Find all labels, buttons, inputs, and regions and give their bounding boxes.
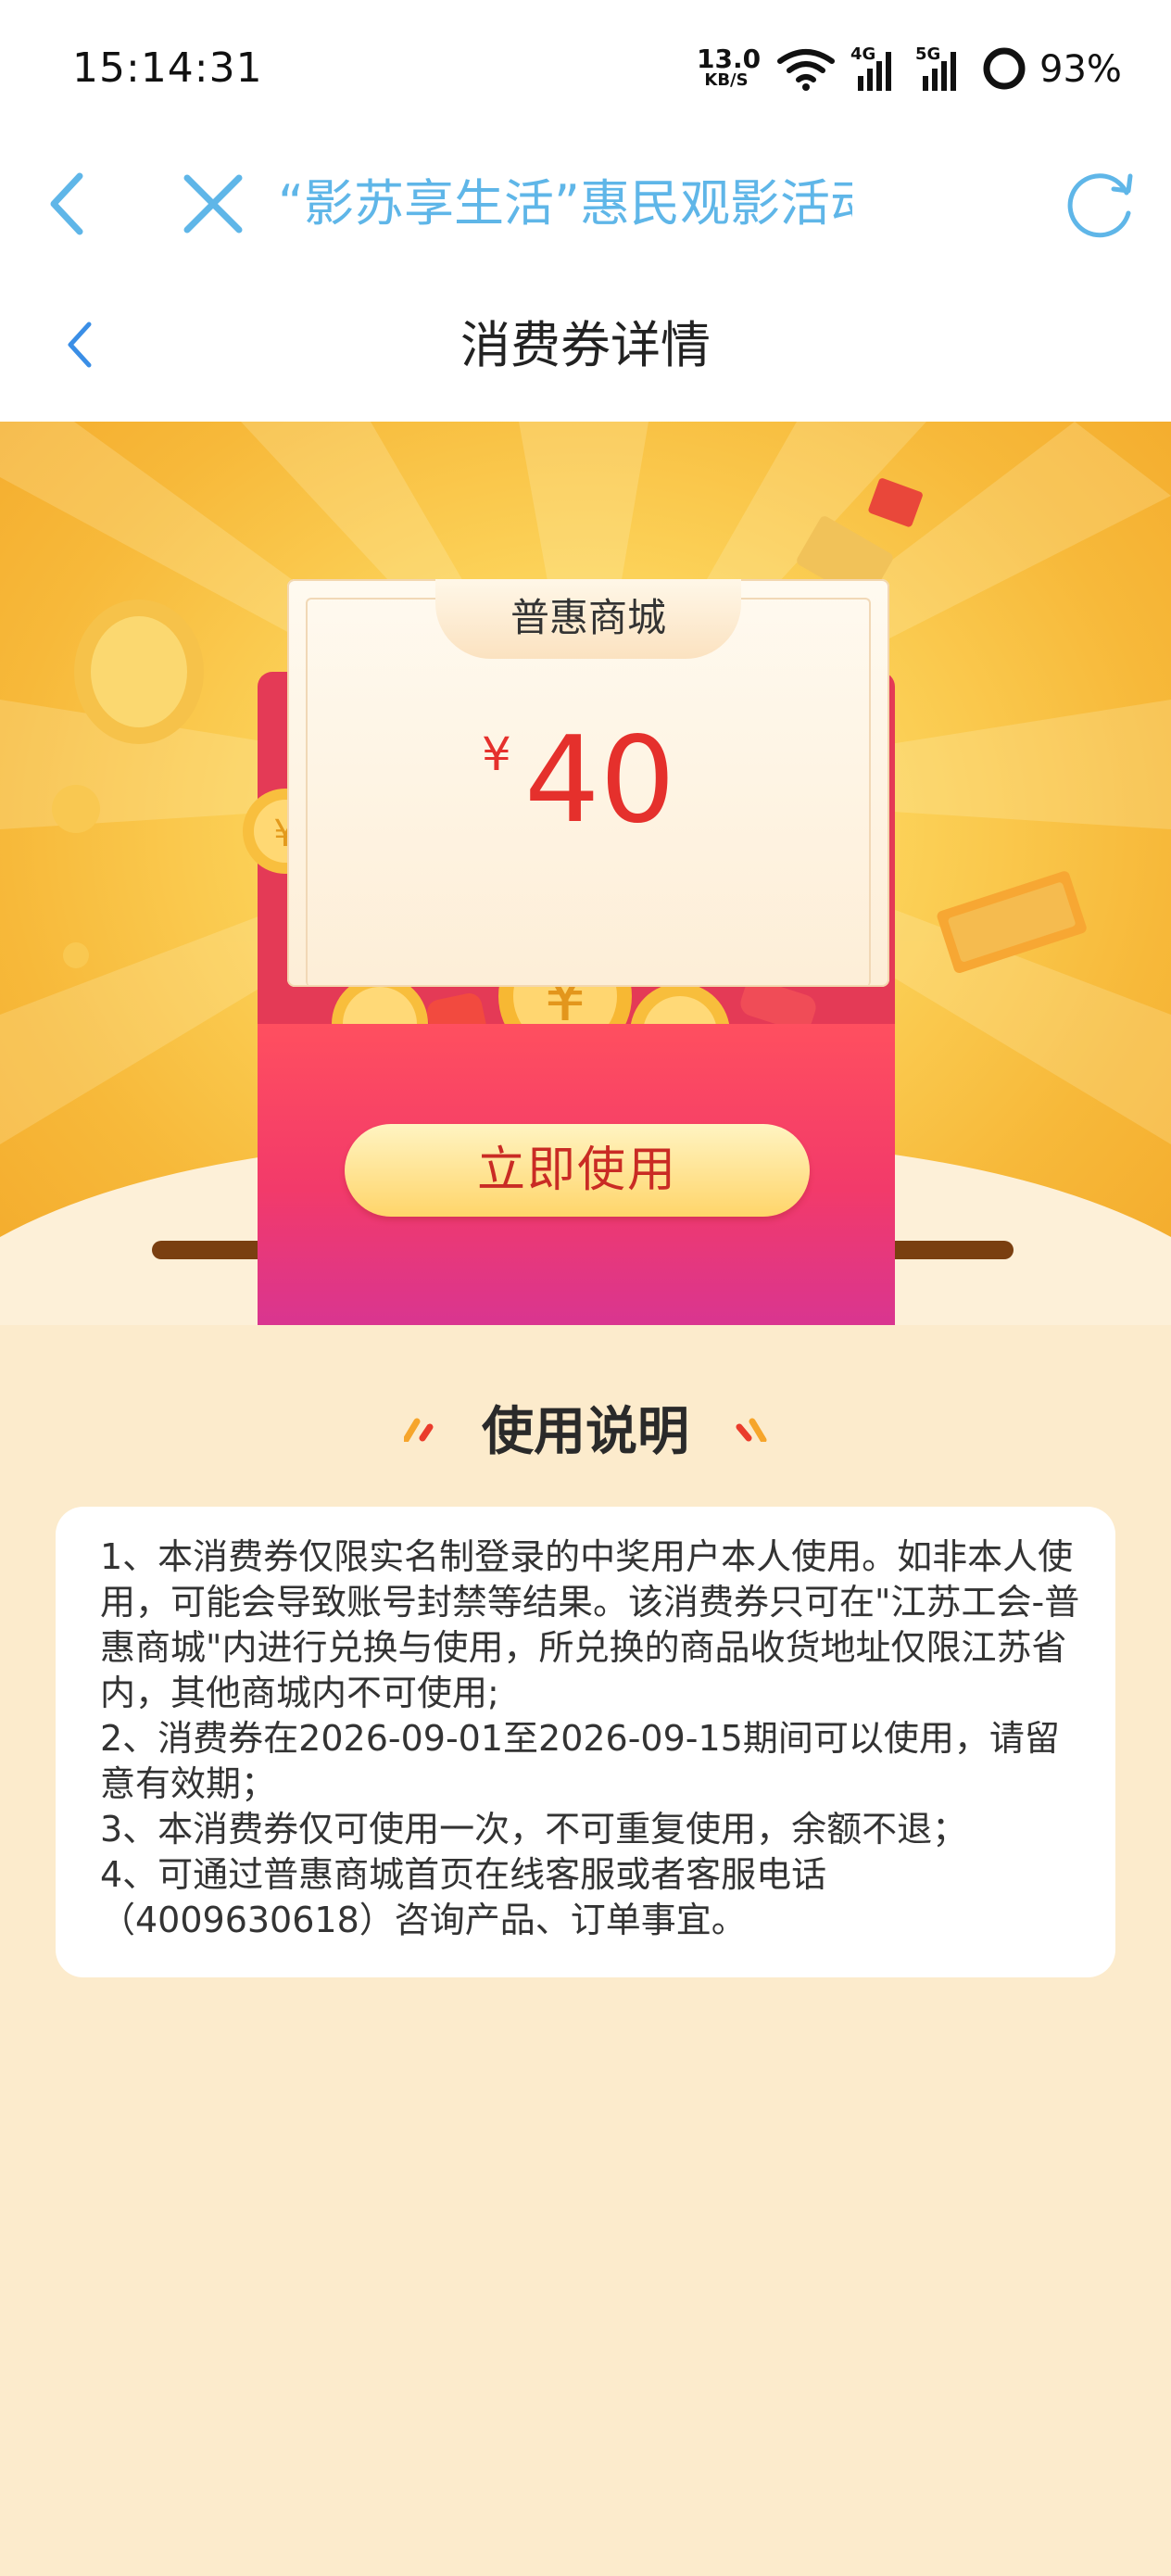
ticket-icon	[868, 478, 923, 527]
currency-symbol: ¥	[482, 727, 511, 781]
instructions-list: 1、本消费券仅限实名制登录的中奖用户本人使用。如非本人使用，可能会导致账号封禁等…	[100, 1534, 1082, 1943]
battery-icon	[983, 47, 1026, 90]
status-time: 15:14:31	[72, 44, 263, 92]
decoration-icon	[736, 1418, 767, 1442]
network-speed-unit: KB/S	[704, 70, 749, 90]
coupon-store-name: 普惠商城	[510, 595, 666, 640]
browser-bar: “影苏享生活”惠民观影活动	[0, 139, 1171, 269]
page-header: 消费券详情	[0, 269, 1171, 422]
svg-text:4G: 4G	[850, 44, 875, 64]
wifi-icon	[777, 49, 835, 91]
instruction-item: 1、本消费券仅限实名制登录的中奖用户本人使用。如非本人使用，可能会导致账号封禁等…	[100, 1536, 1080, 1713]
instruction-item: 4、可通过普惠商城首页在线客服或者客服电话（4009630618）咨询产品、订单…	[100, 1854, 827, 1940]
refresh-icon[interactable]	[1062, 165, 1140, 243]
network-speed-value: 13.0	[697, 44, 762, 74]
signal-4g-icon: 4G	[850, 44, 891, 91]
instruction-item: 2、消费券在2026-09-01至2026-09-15期间可以使用，请留意有效期…	[100, 1718, 1060, 1804]
status-bar: 15:14:31 13.0 KB/S 4G 5G 93%	[0, 0, 1171, 139]
coin-icon	[63, 942, 89, 968]
coin-icon	[52, 785, 100, 833]
battery-percent: 93%	[1039, 48, 1122, 91]
instructions-card: 1、本消费券仅限实名制登录的中奖用户本人使用。如非本人使用，可能会导致账号封禁等…	[56, 1507, 1115, 1977]
svg-text:5G: 5G	[915, 44, 940, 64]
browser-title: “影苏享生活”惠民观影活动	[278, 174, 852, 233]
page-title: 消费券详情	[460, 316, 711, 374]
back-icon[interactable]	[59, 315, 104, 374]
status-icons: 4G 5G	[777, 44, 1026, 91]
instructions-title: 使用说明	[482, 1402, 689, 1462]
instruction-item: 3、本消费券仅可使用一次，不可重复使用，余额不退；	[100, 1809, 968, 1850]
close-icon[interactable]	[176, 167, 250, 241]
network-speed: 13.0 KB/S	[697, 44, 762, 90]
use-now-button[interactable]: 立即使用	[345, 1124, 810, 1217]
coupon-amount: 40	[524, 712, 675, 850]
browser-back-icon[interactable]	[41, 167, 100, 241]
coupon-hero: ¥ ¥ ¥	[0, 422, 1171, 1325]
signal-5g-icon: 5G	[915, 44, 956, 91]
coin-icon	[74, 600, 204, 744]
